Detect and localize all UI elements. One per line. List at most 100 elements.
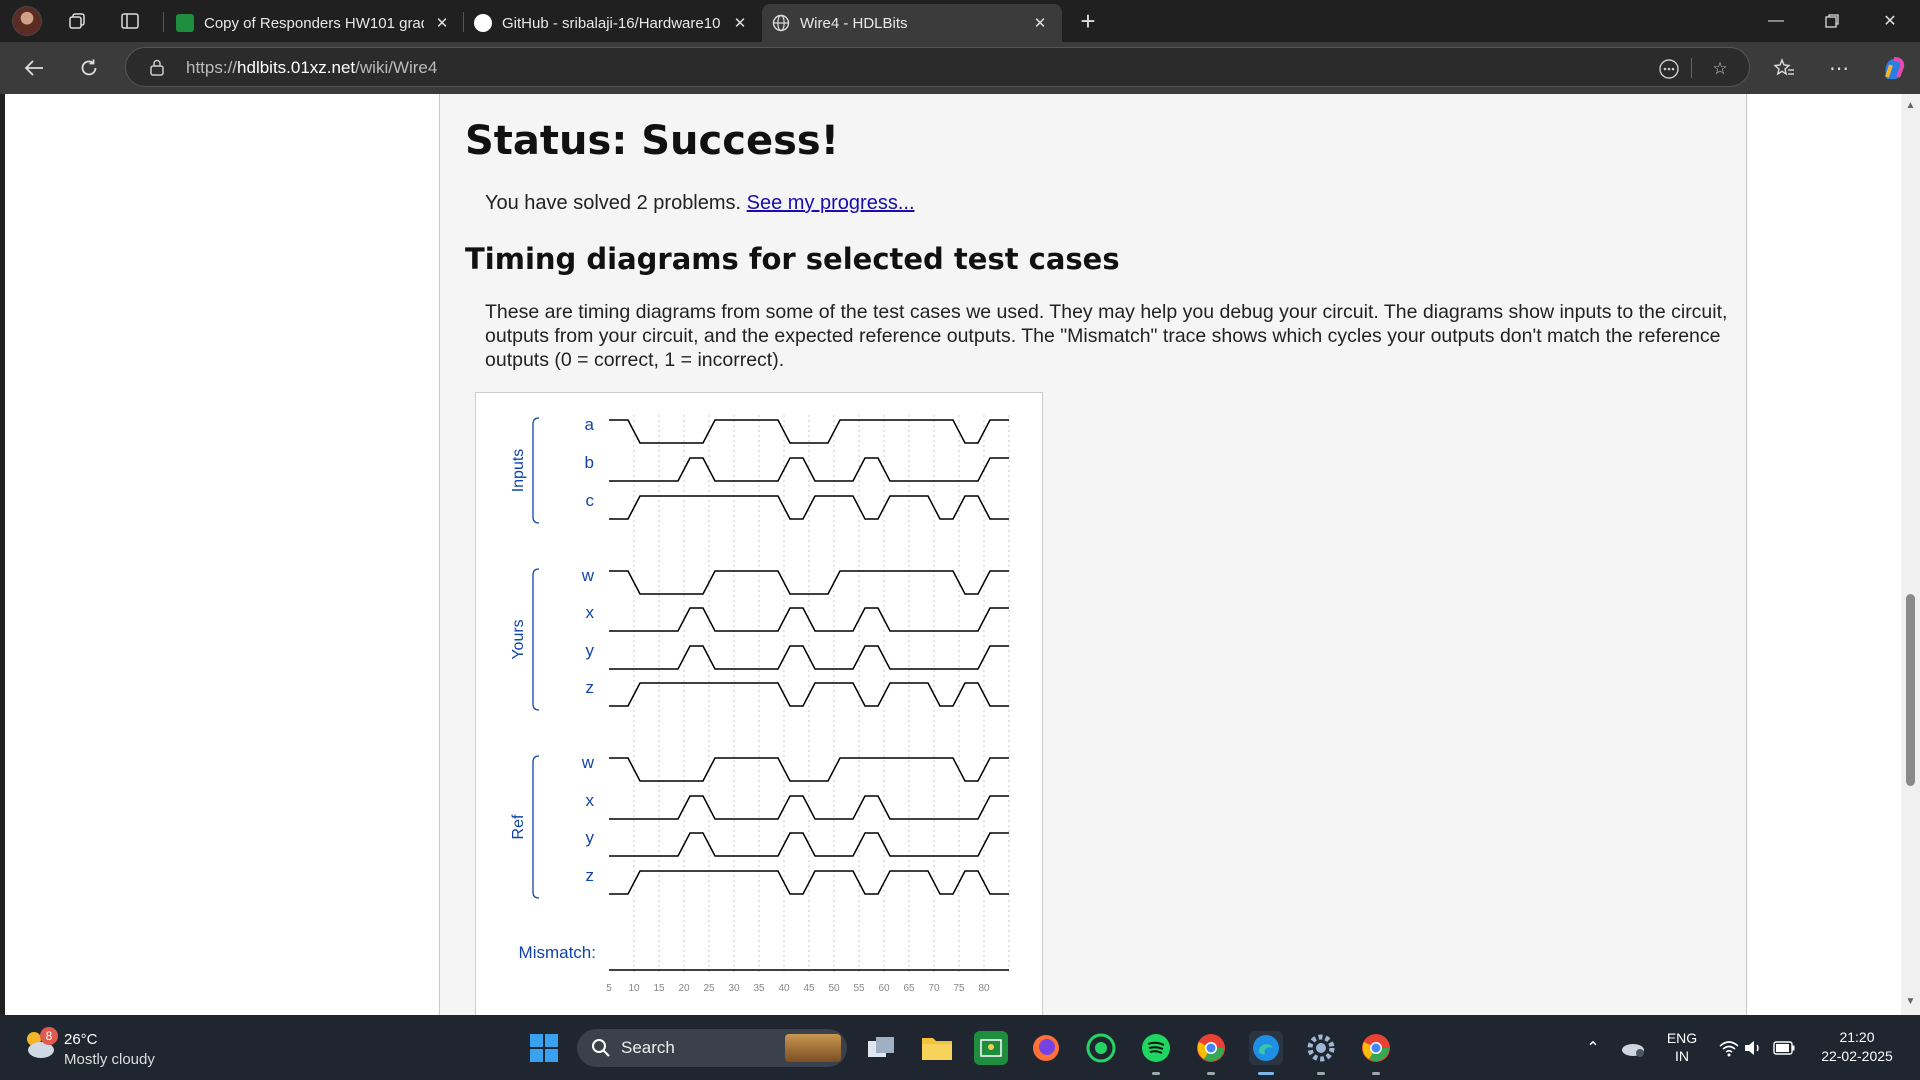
scroll-up-arrow[interactable]: ▲ [1904, 100, 1917, 112]
timing-description: These are timing diagrams from some of t… [485, 301, 1728, 371]
tab-github[interactable]: GitHub - sribalaji-16/Hardware10 ✕ [464, 4, 760, 42]
status-title: Status: Success! [465, 118, 839, 164]
windows-start-icon[interactable] [527, 1031, 561, 1065]
timing-diagram-svg: InputsabcYourswxyzRefwxyzMismatch:5 10 15 2… [510, 415, 1010, 994]
sheets-icon [176, 14, 194, 32]
reader-mode-icon[interactable] [1656, 56, 1682, 82]
profile-avatar[interactable] [12, 6, 42, 36]
lock-icon[interactable] [148, 58, 166, 76]
signal-label-x: x [586, 791, 595, 810]
firefox-icon[interactable] [1029, 1031, 1063, 1065]
onedrive-icon[interactable] [1616, 1031, 1650, 1065]
task-view-icon[interactable] [864, 1031, 898, 1065]
close-icon[interactable]: ✕ [1028, 11, 1052, 35]
minimize-button[interactable]: — [1748, 0, 1804, 42]
close-icon[interactable]: ✕ [728, 11, 752, 35]
signal-label-x: x [586, 603, 595, 622]
omnibox-separator [1691, 58, 1692, 78]
running-indicator [1372, 1072, 1380, 1075]
settings-icon[interactable] [1304, 1031, 1338, 1065]
favorite-star-icon[interactable]: ☆ [1707, 56, 1733, 82]
running-indicator [1317, 1072, 1325, 1075]
group-label-inputs: Inputs [510, 449, 527, 493]
search-label: Search [621, 1038, 675, 1057]
tab-title: GitHub - sribalaji-16/Hardware10 [502, 14, 721, 32]
tab-hdlbits[interactable]: Wire4 - HDLBits ✕ [762, 4, 1062, 42]
volume-icon[interactable] [1740, 1031, 1766, 1065]
browser-titlebar: Copy of Responders HW101 grad ✕ GitHub -… [0, 0, 1920, 42]
page-content: Status: Success! You have solved 2 probl… [439, 94, 1747, 1015]
signal-label-w: w [581, 566, 595, 585]
weather-temperature[interactable]: 26°C [64, 1031, 98, 1048]
time-tick-label: 65 [903, 983, 915, 994]
scroll-thumb[interactable] [1906, 594, 1915, 786]
progress-link[interactable]: See my progress... [747, 192, 915, 214]
address-bar[interactable]: https://hdlbits.01xz.net/wiki/Wire4 ☆ [125, 47, 1750, 87]
running-indicator [1152, 1072, 1160, 1075]
new-tab-button[interactable]: + [1073, 6, 1103, 36]
language-indicator[interactable]: ENG IN [1664, 1030, 1700, 1064]
group-bracket [532, 755, 540, 899]
chrome-icon[interactable] [1194, 1031, 1228, 1065]
close-window-button[interactable]: ✕ [1862, 0, 1918, 42]
timing-heading: Timing diagrams for selected test cases [465, 242, 1120, 276]
signal-label-z: z [586, 678, 595, 697]
signal-label-c: c [586, 491, 595, 510]
running-indicator [1207, 1072, 1215, 1075]
time-tick-label: 40 [778, 983, 790, 994]
time-tick-label: 15 [653, 983, 665, 994]
clock[interactable]: 21:20 22-02-2025 [1812, 1029, 1902, 1064]
page-viewport: Status: Success! You have solved 2 probl… [5, 94, 1901, 1015]
whatsapp-icon[interactable] [1084, 1031, 1118, 1065]
url-text[interactable]: https://hdlbits.01xz.net/wiki/Wire4 [186, 58, 437, 78]
tray-overflow-chevron-icon[interactable]: ⌃ [1576, 1031, 1610, 1065]
chrome-profile-icon[interactable] [1359, 1031, 1393, 1065]
search-icon [592, 1039, 610, 1057]
copilot-icon[interactable] [1876, 52, 1912, 84]
tab-separator [163, 12, 164, 32]
scroll-down-arrow[interactable]: ▼ [1904, 996, 1917, 1008]
signal-label-y: y [586, 641, 595, 660]
time-tick-label: 70 [928, 983, 940, 994]
classroom-icon[interactable] [974, 1031, 1008, 1065]
windows-taskbar: 8 26°C Mostly cloudy Search ⌃ ENG IN 21:… [0, 1015, 1920, 1080]
group-label-yours: Yours [510, 619, 527, 659]
mismatch-label: Mismatch: [519, 943, 596, 962]
close-icon[interactable]: ✕ [430, 11, 454, 35]
time-tick-label: 55 [853, 983, 865, 994]
group-bracket [532, 568, 540, 711]
time-tick-label: 75 [953, 983, 965, 994]
edge-icon[interactable] [1249, 1031, 1283, 1065]
vertical-tabs-icon[interactable] [115, 7, 145, 35]
tab-sheets[interactable]: Copy of Responders HW101 grad ✕ [166, 4, 461, 42]
battery-icon[interactable] [1770, 1031, 1798, 1065]
favorites-icon[interactable] [1766, 52, 1802, 84]
tab-title: Wire4 - HDLBits [800, 14, 908, 32]
signal-label-z: z [586, 866, 595, 885]
refresh-button[interactable] [71, 52, 107, 84]
tab-title: Copy of Responders HW101 grad [204, 14, 424, 32]
taskbar-search[interactable]: Search [577, 1029, 847, 1067]
time-tick-label: 80 [978, 983, 990, 994]
restore-button[interactable] [1804, 0, 1860, 42]
vertical-scrollbar[interactable]: ▲ ▼ [1901, 94, 1920, 1015]
weather-badge: 8 [40, 1027, 58, 1045]
time-tick-label: 10 [628, 983, 640, 994]
time-tick-label: 20 [678, 983, 690, 994]
weather-description[interactable]: Mostly cloudy [64, 1051, 155, 1068]
signal-label-w: w [581, 753, 595, 772]
signal-label-a: a [585, 415, 595, 434]
time-tick-label: 50 [828, 983, 840, 994]
time-tick-label: 35 [753, 983, 765, 994]
solved-text: You have solved 2 problems. [485, 192, 742, 214]
more-menu-icon[interactable]: ⋯ [1821, 52, 1857, 84]
file-explorer-icon[interactable] [920, 1031, 954, 1065]
group-bracket [532, 417, 540, 524]
clock-date: 22-02-2025 [1821, 1048, 1893, 1064]
github-icon [474, 14, 492, 32]
back-button[interactable] [16, 52, 52, 84]
spotify-icon[interactable] [1139, 1031, 1173, 1065]
workspaces-icon[interactable] [62, 7, 92, 35]
signal-label-b: b [585, 453, 594, 472]
browser-toolbar: https://hdlbits.01xz.net/wiki/Wire4 ☆ ⋯ [0, 42, 1920, 94]
